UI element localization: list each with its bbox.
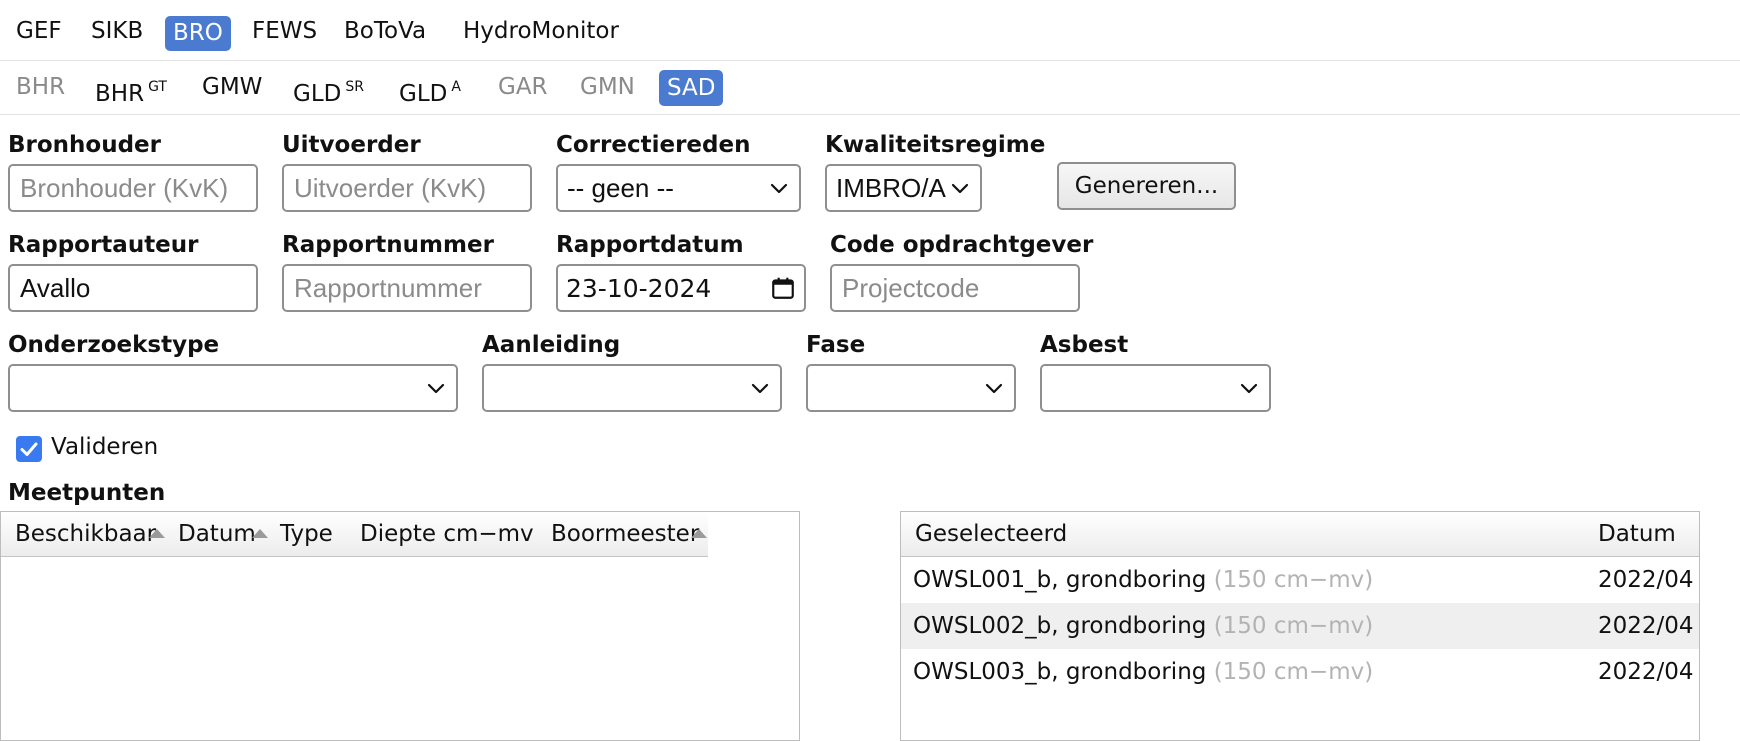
column-beschikbaar[interactable]: Beschikbaar <box>15 512 156 557</box>
tab-hydromonitor[interactable]: HydroMonitor <box>455 13 627 49</box>
genereren-button[interactable]: Genereren... <box>1057 162 1236 210</box>
tab-fews[interactable]: FEWS <box>244 13 325 49</box>
fase-label: Fase <box>806 332 866 358</box>
tab-gar[interactable]: GAR <box>490 69 556 105</box>
calendar-icon[interactable] <box>770 275 796 301</box>
chevron-down-icon <box>985 383 1003 394</box>
correctiereden-label: Correctiereden <box>556 132 751 158</box>
tab-gmw[interactable]: GMW <box>194 69 270 105</box>
correctiereden-value: -- geen -- <box>567 172 674 203</box>
meetpunten-title: Meetpunten <box>8 480 166 506</box>
column-datum[interactable]: Datum <box>178 512 256 557</box>
kwaliteitsregime-value: IMBRO/A <box>836 172 946 203</box>
bronhouder-input[interactable] <box>8 164 258 212</box>
list-item[interactable]: OWSL001_b, grondboring (150 cm−mv) 2022/… <box>901 557 1699 603</box>
checkmark-icon <box>20 442 38 456</box>
item-name: OWSL001_b, grondboring <box>913 567 1207 593</box>
uitvoerder-input[interactable] <box>282 164 532 212</box>
chevron-down-icon <box>1240 383 1258 394</box>
tab-gld-a[interactable]: GLD A <box>391 69 469 107</box>
tab-botova[interactable]: BoToVa <box>336 13 434 49</box>
tab-gmn[interactable]: GMN <box>572 69 643 105</box>
list-item[interactable]: OWSL003_b, grondboring (150 cm−mv) 2022/… <box>901 649 1699 695</box>
column-geselecteerd[interactable]: Geselecteerd <box>915 512 1067 557</box>
tab-gld-sr[interactable]: GLD SR <box>285 69 372 107</box>
sort-asc-icon <box>149 529 165 538</box>
rapportdatum-input[interactable]: 23-10-2024 <box>556 264 806 312</box>
aanleiding-label: Aanleiding <box>482 332 621 358</box>
onderzoekstype-label: Onderzoekstype <box>8 332 220 358</box>
column-diepte[interactable]: Diepte cm−mv <box>360 512 534 557</box>
selected-list[interactable]: Geselecteerd Datum OWSL001_b, grondborin… <box>900 511 1700 741</box>
primary-nav: GEF SIKB BRO FEWS BoToVa HydroMonitor <box>0 0 1740 61</box>
uitvoerder-label: Uitvoerder <box>282 132 421 158</box>
valideren-label[interactable]: Valideren <box>51 434 158 460</box>
fase-select[interactable] <box>806 364 1016 412</box>
rapportdatum-label: Rapportdatum <box>556 232 744 258</box>
aanleiding-select[interactable] <box>482 364 782 412</box>
chevron-down-icon <box>951 183 969 194</box>
code-opdrachtgever-label: Code opdrachtgever <box>830 232 1094 258</box>
chevron-down-icon <box>770 183 788 194</box>
tab-bhr-gt[interactable]: BHR GT <box>87 69 175 107</box>
item-date: 2022/04 <box>1598 613 1694 639</box>
tab-gef[interactable]: GEF <box>8 13 70 49</box>
kwaliteitsregime-label: Kwaliteitsregime <box>825 132 1046 158</box>
rapportdatum-value: 23-10-2024 <box>566 273 712 303</box>
available-list[interactable]: Beschikbaar Datum Type Diepte cm−mv Boor… <box>0 511 800 741</box>
asbest-label: Asbest <box>1040 332 1129 358</box>
secondary-nav: BHR BHR GT GMW GLD SR GLD A GAR GMN SAD <box>0 61 1740 115</box>
column-boormeester[interactable]: Boormeester <box>551 512 699 557</box>
item-name: OWSL003_b, grondboring <box>913 659 1207 685</box>
selected-list-header: Geselecteerd Datum <box>901 512 1699 557</box>
item-date: 2022/04 <box>1598 659 1694 685</box>
tab-sikb[interactable]: SIKB <box>83 13 151 49</box>
available-list-header: Beschikbaar Datum Type Diepte cm−mv Boor… <box>1 512 708 557</box>
code-opdrachtgever-input[interactable] <box>830 264 1080 312</box>
item-date: 2022/04 <box>1598 567 1694 593</box>
tab-bhr[interactable]: BHR <box>8 69 73 105</box>
column-type[interactable]: Type <box>280 512 333 557</box>
correctiereden-select[interactable]: -- geen -- <box>556 164 801 212</box>
column-datum-selected[interactable]: Datum <box>1598 512 1676 557</box>
valideren-checkbox[interactable] <box>16 436 42 462</box>
item-depth: (150 cm−mv) <box>1213 613 1374 639</box>
item-name: OWSL002_b, grondboring <box>913 613 1207 639</box>
kwaliteitsregime-select[interactable]: IMBRO/A <box>825 164 982 212</box>
rapportnummer-label: Rapportnummer <box>282 232 494 258</box>
item-depth: (150 cm−mv) <box>1213 659 1374 685</box>
asbest-select[interactable] <box>1040 364 1271 412</box>
chevron-down-icon <box>427 383 445 394</box>
rapportnummer-input[interactable] <box>282 264 532 312</box>
bronhouder-label: Bronhouder <box>8 132 162 158</box>
rapportauteur-input[interactable] <box>8 264 258 312</box>
onderzoekstype-select[interactable] <box>8 364 458 412</box>
tab-bro[interactable]: BRO <box>165 16 231 51</box>
sort-asc-icon <box>252 529 268 538</box>
list-item[interactable]: OWSL002_b, grondboring (150 cm−mv) 2022/… <box>901 603 1699 649</box>
tab-sad[interactable]: SAD <box>659 70 724 106</box>
rapportauteur-label: Rapportauteur <box>8 232 199 258</box>
chevron-down-icon <box>751 383 769 394</box>
sort-asc-icon <box>691 529 707 538</box>
item-depth: (150 cm−mv) <box>1213 567 1374 593</box>
